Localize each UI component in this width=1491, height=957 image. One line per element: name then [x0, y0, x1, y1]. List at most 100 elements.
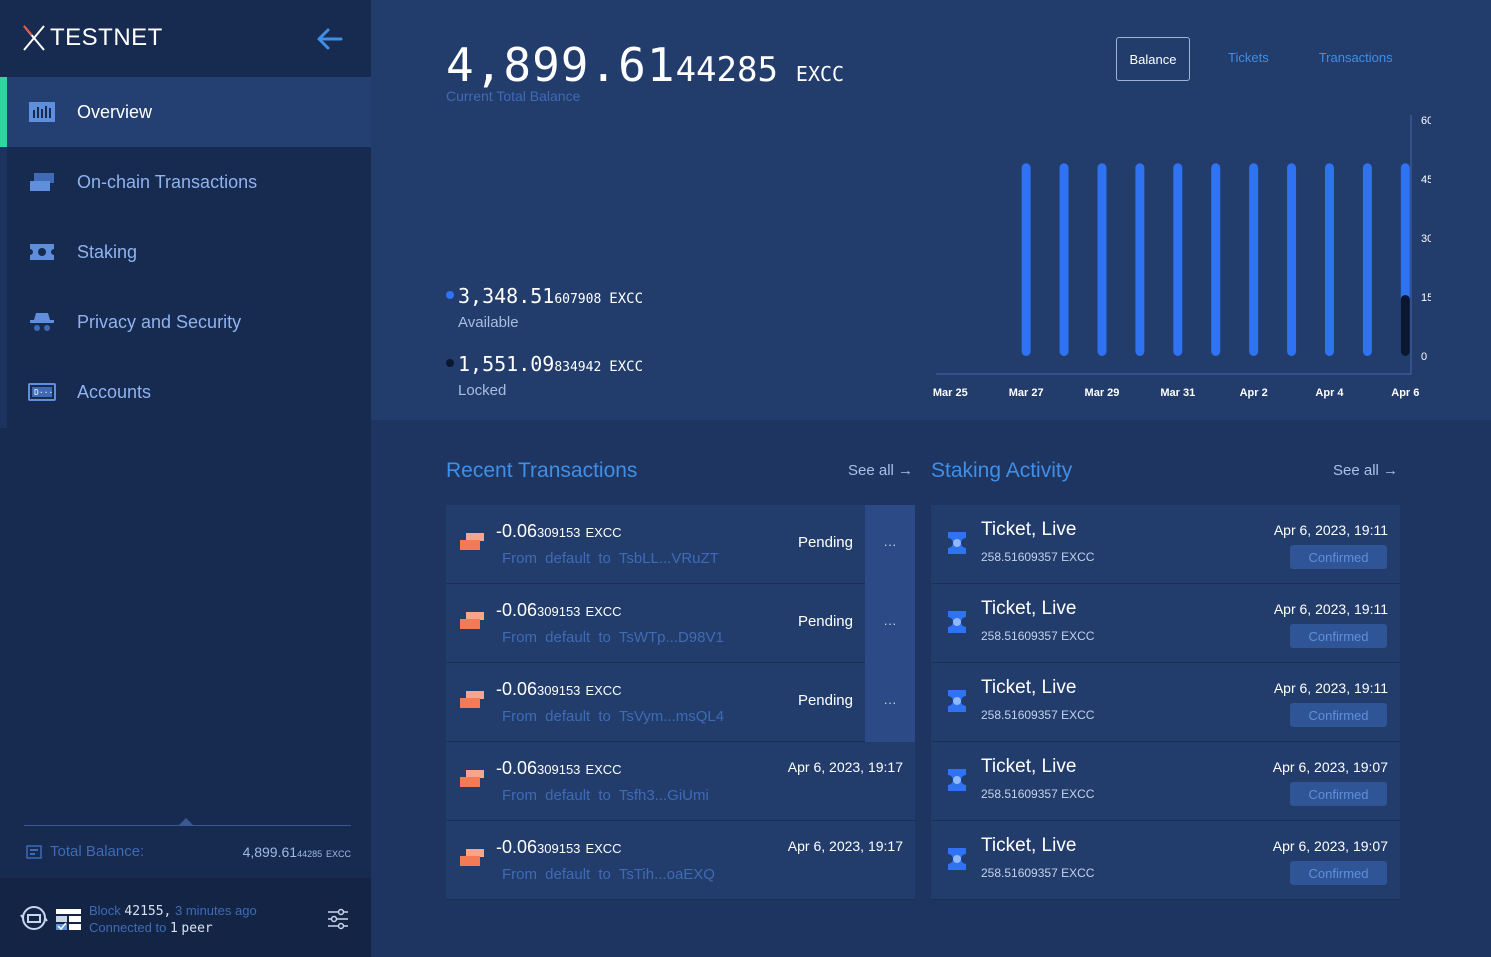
bar-locked [1400, 294, 1410, 356]
current-total-balance: 4,899.6144285 EXCC [446, 38, 844, 92]
tab-transactions[interactable]: Transactions [1319, 50, 1393, 65]
tx-route: From default to Tsfh3...GiUmi [502, 787, 709, 804]
tx-address: TsTih...oaEXQ [618, 866, 715, 883]
tx-amount-dec: 309153 [537, 841, 581, 856]
collapse-sidebar-arrow-icon[interactable] [314, 26, 344, 52]
staking-row[interactable]: Ticket, Live 258.51609357 EXCC Apr 6, 20… [931, 584, 1400, 663]
tab-balance[interactable]: Balance [1116, 37, 1190, 81]
y-tick-label: 3000 [1421, 233, 1431, 245]
balance-overview: 4,899.6144285 EXCC Current Total Balance … [371, 0, 1491, 420]
see-all-staking-link[interactable]: See all → [1333, 462, 1398, 479]
available-label: Available [458, 314, 519, 331]
bar-available [1362, 163, 1372, 356]
staking-row[interactable]: Ticket, Live 258.51609357 EXCC Apr 6, 20… [931, 742, 1400, 821]
total-balance-unit: EXCC [325, 848, 351, 859]
see-all-transactions-link[interactable]: See all → [848, 462, 913, 479]
live-ticket-icon [948, 611, 966, 633]
settings-sliders-icon[interactable] [326, 907, 350, 931]
available-int: 3,348.51 [458, 284, 555, 308]
transaction-row[interactable]: -0.06309153 EXCC From default to TsVym..… [446, 663, 915, 742]
tx-account: default [545, 629, 591, 646]
staking-row[interactable]: Ticket, Live 258.51609357 EXCC Apr 6, 20… [931, 663, 1400, 742]
sync-icon[interactable] [20, 904, 48, 932]
available-unit: EXCC [609, 291, 644, 307]
tx-more-button[interactable]: ··· [865, 663, 915, 742]
sent-transaction-icon [460, 770, 484, 787]
sidebar-item-privacy[interactable]: Privacy and Security [0, 287, 371, 357]
tx-amount-unit: EXCC [585, 525, 622, 540]
bar-available [1135, 163, 1145, 356]
ticket-icon [30, 244, 54, 260]
locked-legend-dot [446, 359, 454, 367]
tx-account: default [545, 866, 591, 883]
tx-amount: -0.06309153 EXCC [496, 758, 622, 779]
locked-unit: EXCC [609, 359, 644, 375]
staking-row[interactable]: Ticket, Live 258.51609357 EXCC Apr 6, 20… [931, 505, 1400, 584]
brand-logo: TESTNET [22, 24, 163, 52]
total-balance-label: Total Balance: [50, 843, 145, 860]
live-ticket-icon [948, 848, 966, 870]
live-ticket-icon [948, 769, 966, 791]
tx-more-button[interactable]: ··· [865, 505, 915, 584]
tx-from-label: From [502, 550, 537, 567]
tx-date: Apr 6, 2023, 19:17 [787, 838, 903, 854]
staking-title: Ticket, Live [981, 756, 1077, 777]
tab-tickets[interactable]: Tickets [1228, 50, 1269, 65]
staking-row[interactable]: Ticket, Live 258.51609357 EXCC Apr 6, 20… [931, 821, 1400, 900]
sidebar-item-staking[interactable]: Staking [0, 217, 371, 287]
tx-from-label: From [502, 787, 537, 804]
live-ticket-icon [948, 690, 966, 712]
tx-amount: -0.06309153 EXCC [496, 679, 622, 700]
tx-to-label: to [598, 708, 611, 725]
sidebar-item-overview[interactable]: Overview [0, 77, 371, 147]
live-ticket-icon [948, 532, 966, 554]
tx-address: TsVym...msQL4 [618, 708, 725, 725]
accounts-icon: D··· [28, 383, 56, 401]
tx-address: TsbLL...VRuZT [618, 550, 719, 567]
sidebar-item-accounts[interactable]: D··· Accounts [0, 357, 371, 427]
chart-tabs: Balance Tickets Transactions [1116, 37, 1393, 81]
staking-activity-list: Ticket, Live 258.51609357 EXCC Apr 6, 20… [931, 505, 1400, 900]
locked-balance: 1,551.09 834942 EXCC [446, 352, 643, 376]
tx-to-label: to [598, 866, 611, 883]
bar-available [1059, 163, 1069, 356]
bar-available [1097, 163, 1107, 356]
balance-divider [24, 825, 351, 826]
tx-from-label: From [502, 866, 537, 883]
tx-amount-dec: 309153 [537, 604, 581, 619]
tx-route: From default to TsWTp...D98V1 [502, 629, 724, 646]
status-badge: Confirmed [1290, 624, 1387, 648]
sidebar-total-balance: Total Balance: 4,899.6144285 EXCC [26, 843, 351, 860]
y-tick-label: 0 [1421, 351, 1427, 363]
overview-icon [29, 102, 55, 122]
balance-divider-caret [179, 818, 193, 825]
y-tick-label: 4500 [1421, 174, 1431, 186]
tx-amount-unit: EXCC [585, 604, 622, 619]
sidebar-item-label: Privacy and Security [77, 311, 242, 332]
tx-amount-unit: EXCC [585, 841, 622, 856]
balance-unit: EXCC [795, 62, 845, 86]
sidebar-item-transactions[interactable]: On-chain Transactions [0, 147, 371, 217]
transaction-row[interactable]: -0.06309153 EXCC From default to TsTih..… [446, 821, 915, 900]
activity-section: Recent Transactions See all → Staking Ac… [371, 420, 1491, 957]
tx-amount-dec: 309153 [537, 683, 581, 698]
total-balance-dec: 44285 [297, 848, 323, 859]
available-balance: 3,348.51 607908 EXCC [446, 284, 643, 308]
staking-title: Ticket, Live [981, 519, 1077, 540]
x-tick-label: Apr 6 [1391, 387, 1419, 399]
transactions-icon [30, 173, 54, 191]
tx-amount-unit: EXCC [585, 762, 622, 777]
transaction-row[interactable]: -0.06309153 EXCC From default to TsbLL..… [446, 505, 915, 584]
sidebar-item-label: Staking [77, 241, 138, 262]
tx-amount-int: -0.06 [496, 837, 538, 857]
transaction-row[interactable]: -0.06309153 EXCC From default to TsWTp..… [446, 584, 915, 663]
tx-amount-int: -0.06 [496, 521, 538, 541]
block-status: Block 42155, 3 minutes ago [89, 903, 257, 919]
block-number: 42155, [124, 904, 172, 919]
tx-more-button[interactable]: ··· [865, 584, 915, 663]
transaction-row[interactable]: -0.06309153 EXCC From default to Tsfh3..… [446, 742, 915, 821]
status-badge: Confirmed [1290, 703, 1387, 727]
tx-account: default [545, 550, 591, 567]
tx-to-label: to [598, 787, 611, 804]
status-badge: Confirmed [1290, 782, 1387, 806]
